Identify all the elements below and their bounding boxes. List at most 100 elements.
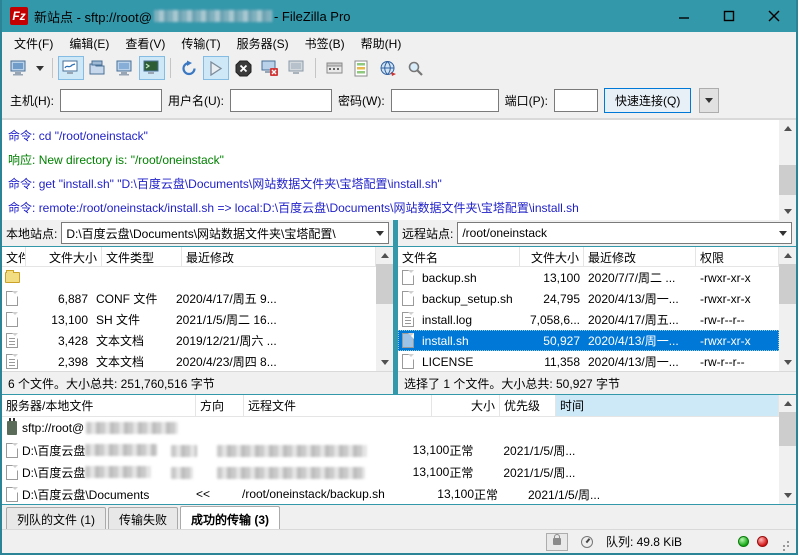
remote-header-name[interactable]: 文件名 (398, 247, 520, 266)
remote-header-perms[interactable]: 权限 (696, 247, 779, 266)
quickconnect-bar: 主机(H): 用户名(U): 密码(W): 端口(P): 快速连接(Q) (2, 82, 796, 119)
remote-header-size[interactable]: 文件大小 (520, 247, 584, 266)
filter-button[interactable] (321, 56, 347, 80)
server-icon (7, 421, 17, 435)
scroll-up-button[interactable] (376, 247, 393, 264)
file-icon (6, 443, 18, 458)
transfer-queue-pane: 服务器/本地文件 方向 远程文件 大小 优先级 时间 sftp://root@ … (2, 394, 796, 504)
site-manager-button[interactable] (6, 56, 32, 80)
disconnect-button[interactable] (257, 56, 283, 80)
scroll-down-button[interactable] (779, 354, 796, 371)
queue-row-1[interactable]: D:\百度云盘 13,100 正常 2021/1/5/周... (2, 439, 779, 461)
remote-path-combo[interactable]: /root/oneinstack (457, 222, 792, 244)
chevron-down-icon[interactable] (371, 223, 388, 243)
username-input[interactable] (230, 89, 332, 112)
local-header-size[interactable]: 文件大小 (26, 247, 102, 266)
local-header-name[interactable]: 文件名 (2, 247, 26, 266)
toggle-remote-tree-button[interactable] (112, 56, 138, 80)
remote-row-license[interactable]: LICENSE 11,358 2020/4/13/周一... -rw-r--r-… (398, 351, 779, 371)
remote-row-backup-setup[interactable]: backup_setup.sh 24,795 2020/4/13/周一... -… (398, 288, 779, 309)
synchronized-browsing-button[interactable] (375, 56, 401, 80)
password-input[interactable] (391, 89, 499, 112)
menu-server[interactable]: 服务器(S) (229, 32, 297, 55)
site-manager-dropdown[interactable] (33, 56, 47, 80)
remote-pane: 远程站点: /root/oneinstack 文件名 文件大小 最近修改 权限 (398, 220, 796, 394)
scroll-up-button[interactable] (779, 120, 796, 137)
file-icon (6, 465, 18, 480)
toolbar-separator (52, 58, 53, 78)
local-path-combo[interactable]: D:\百度云盘\Documents\网站数据文件夹\宝塔配置\ (61, 222, 389, 244)
message-log: 命令: cd "/root/oneinstack" 响应: New direct… (2, 120, 779, 220)
local-row-txt2[interactable]: 2,398 文本文档 2020/4/23/周四 8... (2, 351, 376, 371)
local-header-type[interactable]: 文件类型 (102, 247, 182, 266)
resize-grip[interactable] (778, 536, 790, 548)
stop-icon (235, 60, 252, 77)
local-list-scrollbar[interactable] (376, 247, 393, 371)
queue-header-direction[interactable]: 方向 (196, 395, 244, 416)
minimize-button[interactable] (661, 0, 706, 32)
text-file-icon (402, 312, 414, 327)
chevron-down-icon[interactable] (774, 223, 791, 243)
log-scrollbar[interactable] (779, 120, 796, 220)
port-input[interactable] (554, 89, 598, 112)
menu-help[interactable]: 帮助(H) (353, 32, 410, 55)
remote-header-modified[interactable]: 最近修改 (584, 247, 696, 266)
cancel-button[interactable] (230, 56, 256, 80)
local-pane: 本地站点: D:\百度云盘\Documents\网站数据文件夹\宝塔配置\ 文件… (2, 220, 393, 394)
menu-bar: 文件(F) 编辑(E) 查看(V) 传输(T) 服务器(S) 书签(B) 帮助(… (2, 32, 796, 54)
scroll-down-button[interactable] (779, 487, 796, 504)
queue-header-priority[interactable]: 优先级 (500, 395, 556, 416)
close-button[interactable] (751, 0, 796, 32)
queue-header-local[interactable]: 服务器/本地文件 (2, 395, 196, 416)
menu-edit[interactable]: 编辑(E) (61, 32, 117, 55)
quickconnect-button[interactable]: 快速连接(Q) (604, 88, 691, 113)
local-row-conf[interactable]: 6,887 CONF 文件 2020/4/17/周五 9... (2, 288, 376, 309)
remote-row-backup[interactable]: backup.sh 13,100 2020/7/7/周二 ... -rwxr-x… (398, 267, 779, 288)
menu-bookmarks[interactable]: 书签(B) (297, 32, 353, 55)
local-row-sh[interactable]: 13,100 SH 文件 2021/1/5/周二 16... (2, 309, 376, 330)
local-row-txt1[interactable]: 3,428 文本文档 2019/12/21/周六 ... (2, 330, 376, 351)
log-line: 命令: remote:/root/oneinstack/install.sh =… (8, 196, 773, 220)
toggle-message-log-button[interactable] (58, 56, 84, 80)
file-panes: 本地站点: D:\百度云盘\Documents\网站数据文件夹\宝塔配置\ 文件… (2, 220, 796, 394)
speed-limit-button[interactable] (576, 533, 598, 551)
window-title-prefix: 新站点 - sftp://root@ (34, 7, 152, 26)
menu-file[interactable]: 文件(F) (6, 32, 61, 55)
queue-active-indicator (738, 536, 749, 547)
queue-header-size[interactable]: 大小 (432, 395, 500, 416)
scroll-up-button[interactable] (779, 247, 796, 264)
text-file-icon (6, 333, 18, 348)
process-queue-button[interactable] (203, 56, 229, 80)
toggle-queue-button[interactable] (139, 56, 165, 80)
scroll-down-button[interactable] (376, 354, 393, 371)
remote-row-install-log[interactable]: install.log 7,058,6... 2020/4/17/周五... -… (398, 309, 779, 330)
toggle-local-tree-button[interactable] (85, 56, 111, 80)
app-icon: Fz (10, 7, 28, 25)
reconnect-button[interactable] (284, 56, 310, 80)
queue-scrollbar[interactable] (779, 395, 796, 504)
toolbar-separator (170, 58, 171, 78)
scroll-up-button[interactable] (779, 395, 796, 412)
queue-row-3[interactable]: D:\百度云盘\Documents << /root/oneinstack/ba… (2, 483, 779, 504)
host-input[interactable] (60, 89, 162, 112)
queue-header-time[interactable]: 时间 (556, 395, 779, 416)
scroll-down-button[interactable] (779, 203, 796, 220)
find-files-button[interactable] (402, 56, 428, 80)
message-log-icon (62, 60, 80, 77)
remote-list-scrollbar[interactable] (779, 247, 796, 371)
synchronized-browsing-icon (379, 60, 397, 77)
maximize-button[interactable] (706, 0, 751, 32)
queue-header-remote[interactable]: 远程文件 (244, 395, 432, 416)
quickconnect-dropdown[interactable] (699, 88, 719, 113)
refresh-button[interactable] (176, 56, 202, 80)
remote-status-text: 选择了 1 个文件。大小总共: 50,927 字节 (398, 371, 796, 394)
local-header-modified[interactable]: 最近修改 (182, 247, 376, 266)
tls-lock-button[interactable] (546, 533, 568, 551)
queue-row-2[interactable]: D:\百度云盘 13,100 正常 2021/1/5/周... (2, 461, 779, 483)
local-row-parent[interactable] (2, 267, 376, 288)
queue-row-server[interactable]: sftp://root@ (2, 417, 779, 439)
menu-transfer[interactable]: 传输(T) (173, 32, 228, 55)
directory-comparison-button[interactable] (348, 56, 374, 80)
menu-view[interactable]: 查看(V) (117, 32, 173, 55)
remote-row-install-sh[interactable]: install.sh 50,927 2020/4/13/周一... -rwxr-… (398, 330, 779, 351)
